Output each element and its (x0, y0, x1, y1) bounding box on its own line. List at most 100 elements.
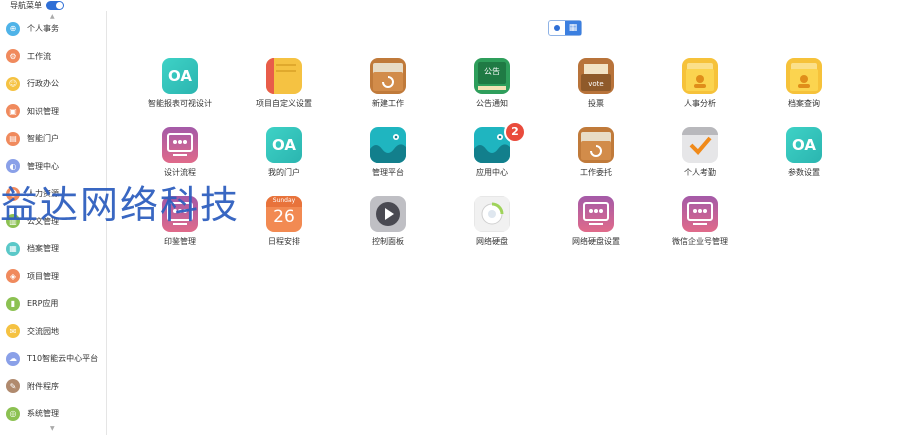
sidebar-item-icon: ⚙ (6, 49, 20, 63)
sidebar-item-label: 智能门户 (27, 134, 59, 143)
app-tile-label: 我的门户 (268, 168, 300, 177)
vote-icon: vote (578, 58, 614, 94)
app-tile-label: 管理平台 (372, 168, 404, 177)
app-tile[interactable]: 微信企业号管理 (660, 196, 740, 258)
app-tile[interactable]: OA 我的门户 (244, 127, 324, 189)
app-tile-label: 档案查询 (788, 99, 820, 108)
app-tile[interactable]: 控制面板 (348, 196, 428, 258)
sidebar-item-icon: ◐ (6, 159, 20, 173)
app-tile-label: 投票 (588, 99, 604, 108)
sidebar-item[interactable]: ▦ 档案管理 (0, 235, 106, 262)
list-view-icon[interactable] (549, 21, 565, 35)
oa-icon: OA (266, 127, 302, 163)
play-icon (370, 196, 406, 232)
app-tile[interactable]: 个人考勤 (660, 127, 740, 189)
sidebar-item-label: 系统管理 (27, 409, 59, 418)
app-tile-label: 控制面板 (372, 237, 404, 246)
sidebar-item-label: T10智能云中心平台 (27, 354, 99, 363)
notebook-icon (266, 58, 302, 94)
wave-icon (370, 127, 406, 163)
sidebar-item-icon: ▦ (6, 241, 20, 256)
app-tile-label: 印鉴管理 (164, 237, 196, 246)
sidebar-item-label: 知识管理 (27, 106, 59, 116)
sidebar-item-label: 档案管理 (27, 244, 59, 253)
sidebar-item[interactable]: ⚙ 工作流 (0, 43, 106, 70)
app-tile[interactable]: 2 应用中心 (452, 121, 532, 189)
sidebar-item-icon: ▤ (6, 131, 20, 146)
calendar-date-text: 26 (273, 207, 295, 227)
folder-card-icon (682, 58, 718, 94)
disk-icon (474, 196, 510, 232)
sidebar-item-label: 工作流 (27, 51, 51, 61)
app-tile-label: 公告通知 (476, 99, 508, 108)
app-tile[interactable]: 项目自定义设置 (244, 58, 324, 120)
watermark-text: 益达网络科技 (0, 183, 241, 227)
sidebar-item-icon: ▣ (6, 104, 20, 118)
meeting-icon (682, 196, 718, 232)
grid-view-icon[interactable]: ▦ (565, 21, 581, 35)
app-icon-text: OA (792, 136, 816, 154)
app-tile[interactable]: 新建工作 (348, 58, 428, 120)
oa-icon: OA (162, 58, 198, 94)
app-icon-text: OA (272, 136, 296, 154)
sidebar-item-label: 行政办公 (27, 79, 59, 88)
app-tile-label: 项目自定义设置 (256, 99, 312, 108)
sidebar-item-icon: ◈ (6, 269, 20, 283)
app-tile[interactable]: OA 智能报表可视设计 (140, 58, 220, 120)
app-tile-label: 人事分析 (684, 99, 716, 108)
notification-badge: 2 (504, 121, 526, 143)
app-icon-text: 公告 (484, 67, 500, 76)
sidebar-item-label: ERP应用 (27, 299, 59, 308)
sidebar-item-icon: ◎ (6, 406, 20, 421)
sidebar-item-label: 项目管理 (27, 271, 59, 281)
app-tile-label: 应用中心 (476, 168, 508, 177)
new-work-icon (578, 127, 614, 163)
app-tile[interactable]: Sunday 26 日程安排 (244, 196, 324, 258)
app-tile-label: 智能报表可视设计 (148, 99, 212, 108)
app-tile-label: 日程安排 (268, 237, 300, 246)
sidebar-item[interactable]: ✎ 附件程序 (0, 373, 106, 400)
app-tile[interactable]: OA 参数设置 (764, 127, 844, 189)
sidebar-item-icon: ⊕ (6, 21, 20, 36)
app-tile-label: 微信企业号管理 (672, 237, 728, 246)
app-tile[interactable]: 网络硬盘 (452, 196, 532, 258)
sidebar-item[interactable]: ☁ T10智能云中心平台 (0, 345, 106, 372)
sidebar-item-label: 管理中心 (27, 161, 59, 171)
sidebar-item-label: 个人事务 (27, 24, 59, 33)
app-tile[interactable]: 公告 公告通知 (452, 58, 532, 120)
meeting-icon (162, 127, 198, 163)
nav-menu-toggle-bar: 导航菜单 (0, 0, 106, 11)
sidebar-item[interactable]: ◎ 系统管理 (0, 400, 106, 427)
view-mode-toggle[interactable]: ▦ (548, 20, 582, 36)
app-icon-text: OA (168, 67, 192, 85)
sidebar-item[interactable]: ▤ 智能门户 (0, 125, 106, 152)
app-tile-label: 参数设置 (788, 168, 820, 177)
notice-board-icon: 公告 (474, 58, 510, 94)
sidebar-item-label: 交流园地 (27, 326, 59, 336)
app-tile[interactable]: 管理平台 (348, 127, 428, 189)
app-tile[interactable]: vote 投票 (556, 58, 636, 120)
sidebar-item[interactable]: ▮ ERP应用 (0, 290, 106, 317)
new-work-icon (370, 58, 406, 94)
sidebar-item-icon: ▮ (6, 296, 20, 311)
app-tile[interactable]: 网络硬盘设置 (556, 196, 636, 258)
nav-menu-toggle-switch[interactable] (46, 1, 64, 10)
app-tile-label: 个人考勤 (684, 168, 716, 177)
sidebar-item[interactable]: ⊕ 个人事务 (0, 15, 106, 42)
sidebar-item[interactable]: ☺ 行政办公 (0, 70, 106, 97)
app-tile[interactable]: 档案查询 (764, 58, 844, 120)
sidebar-item[interactable]: ◈ 项目管理 (0, 263, 106, 290)
sidebar-item-icon: ☺ (6, 76, 20, 91)
app-tile[interactable]: 人事分析 (660, 58, 740, 120)
sidebar-item-label: 附件程序 (27, 381, 59, 391)
meeting-icon (578, 196, 614, 232)
sidebar-item[interactable]: ▣ 知识管理 (0, 98, 106, 125)
folder-card-icon (786, 58, 822, 94)
app-tile-label: 网络硬盘设置 (572, 237, 620, 246)
sidebar-item[interactable]: ✉ 交流园地 (0, 318, 106, 345)
calendar-day-text: Sunday (272, 197, 296, 204)
app-tile-label: 工作委托 (580, 168, 612, 177)
app-tile-label: 网络硬盘 (476, 237, 508, 246)
calendar-icon: Sunday 26 (266, 196, 302, 232)
app-tile[interactable]: 工作委托 (556, 127, 636, 189)
